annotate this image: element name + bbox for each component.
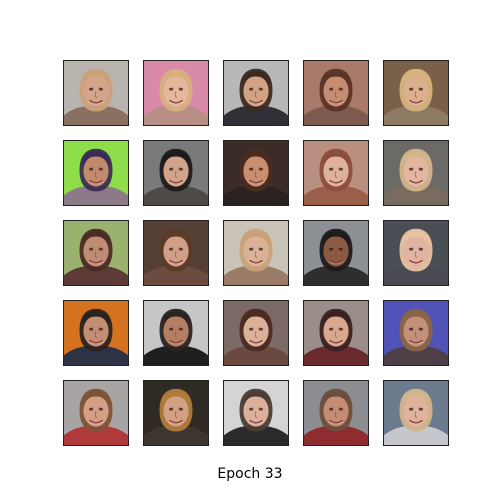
- generated-face-image: [303, 140, 369, 206]
- generated-face-image: [303, 300, 369, 366]
- generated-face-image: [63, 220, 129, 286]
- generated-face-image: [223, 300, 289, 366]
- generated-face-image: [383, 300, 449, 366]
- generated-face-image: [143, 300, 209, 366]
- generated-face-image: [223, 220, 289, 286]
- generated-face-image: [303, 220, 369, 286]
- generated-face-image: [63, 60, 129, 126]
- generated-face-image: [63, 140, 129, 206]
- generated-face-image: [63, 300, 129, 366]
- generated-face-image: [223, 380, 289, 446]
- generated-face-image: [383, 220, 449, 286]
- generated-face-image: [143, 60, 209, 126]
- generated-face-image: [143, 220, 209, 286]
- generated-face-image: [143, 380, 209, 446]
- generated-face-image: [303, 60, 369, 126]
- generated-face-image: [223, 60, 289, 126]
- sample-grid: [0, 0, 500, 500]
- generated-face-image: [383, 60, 449, 126]
- generated-face-image: [223, 140, 289, 206]
- generated-face-image: [383, 380, 449, 446]
- epoch-caption: Epoch 33: [217, 466, 283, 482]
- generated-face-image: [383, 140, 449, 206]
- generated-face-image: [63, 380, 129, 446]
- generated-face-image: [303, 380, 369, 446]
- generated-face-image: [143, 140, 209, 206]
